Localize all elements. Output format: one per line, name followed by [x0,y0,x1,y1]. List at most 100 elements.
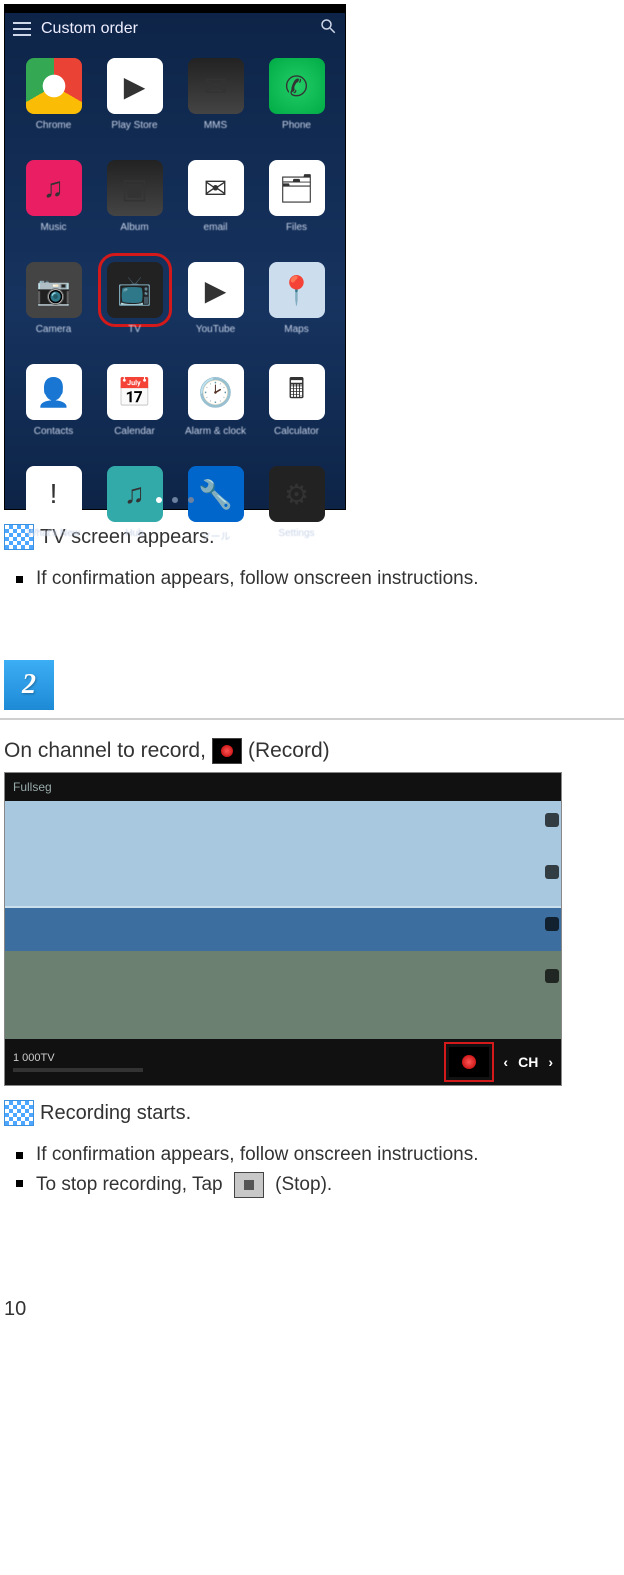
app-icon: 🕑 [188,364,244,420]
app-icon: 📅 [107,364,163,420]
tv-channel-info: 1 000TV [13,1052,143,1072]
app-label: TV [128,324,141,335]
chevron-right-icon[interactable]: › [548,1054,553,1070]
tv-mode-label: Fullseg [13,780,52,794]
page-number: 10 [4,1298,624,1321]
menu-icon[interactable] [13,22,31,36]
app-icon: 🗂 [269,160,325,216]
app-album[interactable]: ▣ Album [94,154,175,254]
app-label: Chrome [36,120,72,131]
phone-statusbar [5,5,345,13]
tv-channel-nav[interactable]: ‹ CH › [503,1054,553,1070]
app-chrome[interactable]: Chrome [13,52,94,152]
app-icon: ✉ [188,160,244,216]
stop-note-pre: To stop recording, Tap [36,1174,228,1195]
app-icon: ♫ [107,466,163,522]
app-label: Album [120,222,148,233]
app-youtube[interactable]: ▶ YouTube [175,256,256,356]
app-maps[interactable]: 📍 Maps [256,256,337,356]
app-label: Phone [282,120,311,131]
tv-topbar: Fullseg [5,773,561,801]
app-hub[interactable]: ♫ Hub [94,460,175,560]
notes-list-1: If confirmation appears, follow onscreen… [0,568,624,590]
step-number-badge: 2 [4,660,54,710]
app-label: MMS [204,120,227,131]
app-play-store[interactable]: ▶ Play Store [94,52,175,152]
app-phone[interactable]: ✆ Phone [256,52,337,152]
app-files[interactable]: 🗂 Files [256,154,337,254]
app-icon: 👤 [26,364,82,420]
result-recording-starts: Recording starts. [4,1100,624,1126]
app-label: Music [40,222,66,233]
app--[interactable]: 🔧 ツール [175,460,256,560]
app-icon: 🔧 [188,466,244,522]
tv-screenshot: Fullseg 1 000TV ‹ CH › [4,772,562,1086]
note-item: If confirmation appears, follow onscreen… [6,568,624,590]
app-label: Play Store [111,120,157,131]
app-icon: ▣ [107,160,163,216]
app-settings[interactable]: ⚙ Settings [256,460,337,560]
app-camera[interactable]: 📷 Camera [13,256,94,356]
app-calendar[interactable]: 📅 Calendar [94,358,175,458]
app-icon: 🖩 [269,364,325,420]
note-item: To stop recording, Tap (Stop). [6,1172,624,1198]
app-icon: ⚙ [269,466,325,522]
stop-note-post: (Stop). [270,1174,332,1195]
app-label: Alarm & clock [185,426,246,437]
note-item: If confirmation appears, follow onscreen… [6,1144,624,1166]
chevron-left-icon[interactable]: ‹ [503,1054,508,1070]
app-icon: ▶ [107,58,163,114]
phone-topbar: Custom order [5,13,345,46]
app-icon: ! [26,466,82,522]
phone-screenshot: Custom order Chrome ▶ Play Store ✉ MMS ✆ Phone… [4,4,346,510]
tv-broadcast-image [5,801,561,1039]
step-number: 2 [22,669,36,701]
search-icon[interactable] [319,17,337,40]
tv-record-button[interactable] [449,1047,489,1077]
notes-list-2: If confirmation appears, follow onscreen… [0,1144,624,1198]
step-2-instruction: On channel to record, (Record) [4,738,620,764]
result-text-2: Recording starts. [40,1102,191,1125]
app-icon: ▶ [188,262,244,318]
app-icon: 📍 [269,262,325,318]
tv-controls: 1 000TV ‹ CH › [5,1039,561,1085]
page-dots [5,497,345,503]
app-label: Calendar [114,426,155,437]
app-icon: ✉ [188,58,244,114]
app-icon: ✆ [269,58,325,114]
app-email[interactable]: ✉ email [175,154,256,254]
stop-icon [234,1172,264,1198]
app-label: YouTube [196,324,235,335]
step-2: 2 [0,660,624,720]
app-contacts[interactable]: 👤 Contacts [13,358,94,458]
tv-progress-bar [13,1068,143,1072]
app-label: Contacts [34,426,73,437]
app-icon [26,58,82,114]
app-alarm-clock[interactable]: 🕑 Alarm & clock [175,358,256,458]
app-music[interactable]: ♫ Music [13,154,94,254]
record-icon [212,738,242,764]
drawer-title: Custom order [41,20,138,38]
app-icon: 📷 [26,262,82,318]
step-divider [0,718,624,720]
app-label: Maps [284,324,308,335]
app-label: Hub [125,528,143,539]
app-label: Calculator [274,426,319,437]
app-what-s-new[interactable]: !What's New [13,460,94,560]
app-tv[interactable]: 📺 TV [94,256,175,356]
app-label: Settings [278,528,314,539]
step-2-text-a: On channel to record, [4,739,206,763]
ch-label: CH [518,1054,538,1070]
app-mms[interactable]: ✉ MMS [175,52,256,152]
apps-grid: Chrome ▶ Play Store ✉ MMS ✆ Phone ♫ Music ▣ Album ✉… [5,46,345,560]
step-2-text-b: (Record) [248,739,330,763]
app-icon: ♫ [26,160,82,216]
app-label: email [204,222,228,233]
app-icon: 📺 [107,262,163,318]
app-calculator[interactable]: 🖩 Calculator [256,358,337,458]
app-label: Files [286,222,307,233]
result-flag-icon [4,1100,34,1126]
app-label: ツール [201,528,231,543]
app-label: Camera [36,324,72,335]
tv-channel-line: 1 000TV [13,1052,143,1064]
